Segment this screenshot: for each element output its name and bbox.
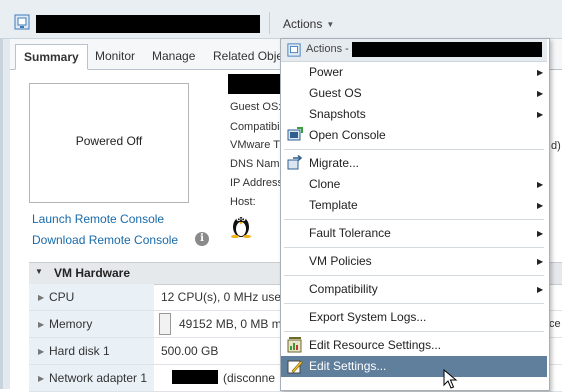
submenu-arrow-icon: ▶ xyxy=(537,229,544,238)
menu-item-clone[interactable]: Clone xyxy=(309,177,340,191)
field-dns-name: DNS Name xyxy=(230,158,286,170)
expand-triangle-icon[interactable]: ▶ xyxy=(38,293,44,302)
actions-label: Actions xyxy=(283,17,323,31)
submenu-arrow-icon: ▶ xyxy=(537,110,544,119)
left-edge-panel xyxy=(3,39,10,389)
hw-label-cell xyxy=(29,284,154,310)
toolbar-divider xyxy=(269,12,270,34)
menu-item-compatibility[interactable]: Compatibility xyxy=(309,282,378,296)
expand-triangle-icon[interactable]: ▶ xyxy=(38,374,44,383)
menu-item-guest-os[interactable]: Guest OS xyxy=(309,86,362,100)
field-host: Host: xyxy=(230,196,256,208)
network-name-redacted xyxy=(172,370,218,384)
memory-usage-bar xyxy=(159,313,171,335)
expand-triangle-icon[interactable]: ▶ xyxy=(38,347,44,356)
vm-icon xyxy=(287,43,301,57)
hw-value-memory: 49152 MB, 0 MB m xyxy=(179,317,282,331)
hw-value-hard-disk: 500.00 GB xyxy=(161,344,219,358)
actions-menu-button[interactable]: Actions ▼ xyxy=(283,17,334,31)
submenu-arrow-icon: ▶ xyxy=(537,180,544,189)
field-guest-os: Guest OS: xyxy=(230,101,282,113)
tab-manage[interactable]: Manage xyxy=(144,44,203,68)
menu-item-open-console[interactable]: Open Console xyxy=(309,128,386,142)
vm-title-redacted xyxy=(228,74,288,94)
hw-label-network-adapter: Network adapter 1 xyxy=(49,371,148,385)
menu-item-power[interactable]: Power xyxy=(309,65,343,79)
menu-separator xyxy=(284,275,544,276)
hw-label-memory: Memory xyxy=(49,317,93,331)
menu-separator xyxy=(284,219,544,220)
field-ip-address: IP Address xyxy=(230,177,283,189)
menu-separator xyxy=(284,331,544,332)
mouse-pointer-icon xyxy=(443,369,458,389)
vm-hardware-title: VM Hardware xyxy=(54,266,131,280)
expand-triangle-icon[interactable]: ▶ xyxy=(38,320,44,329)
field-vmware-tools: VMware T xyxy=(230,139,280,151)
info-icon[interactable]: i xyxy=(195,232,209,246)
hw-value-cpu: 12 CPU(s), 0 MHz use xyxy=(161,290,282,304)
submenu-arrow-icon: ▶ xyxy=(537,201,544,210)
chevron-down-icon: ▼ xyxy=(326,20,335,29)
submenu-arrow-icon: ▶ xyxy=(537,68,544,77)
menu-item-vm-policies[interactable]: VM Policies xyxy=(309,254,372,268)
tab-related-objects[interactable]: Related Obje xyxy=(205,44,291,68)
menu-item-export-system-logs[interactable]: Export System Logs... xyxy=(309,310,426,324)
submenu-arrow-icon: ▶ xyxy=(537,285,544,294)
menu-header-label: Actions - xyxy=(306,43,349,55)
menu-vm-name-redacted xyxy=(352,42,542,57)
collapse-triangle-icon[interactable]: ▼ xyxy=(35,267,43,276)
console-icon xyxy=(287,127,303,141)
tab-summary[interactable]: Summary xyxy=(15,44,88,70)
power-state-label: Powered Off xyxy=(75,134,143,148)
download-remote-console-link[interactable]: Download Remote Console xyxy=(32,233,178,247)
menu-item-template[interactable]: Template xyxy=(309,198,358,212)
launch-remote-console-link[interactable]: Launch Remote Console xyxy=(32,212,164,226)
truncated-text-right: d) xyxy=(551,140,561,152)
menu-item-edit-settings[interactable]: Edit Settings... xyxy=(309,359,386,373)
tab-monitor[interactable]: Monitor xyxy=(87,44,143,68)
submenu-arrow-icon: ▶ xyxy=(537,257,544,266)
vm-name-redacted xyxy=(36,15,260,33)
submenu-arrow-icon: ▶ xyxy=(537,89,544,98)
vm-icon xyxy=(14,14,30,30)
edit-settings-icon xyxy=(287,360,303,374)
menu-separator xyxy=(284,149,544,150)
menu-separator xyxy=(284,247,544,248)
linux-tux-icon xyxy=(231,217,251,238)
menu-separator xyxy=(284,303,544,304)
hw-value-network-adapter: (disconne xyxy=(223,371,276,385)
menu-item-edit-resource-settings[interactable]: Edit Resource Settings... xyxy=(309,338,441,352)
menu-item-snapshots[interactable]: Snapshots xyxy=(309,107,366,121)
menu-item-migrate[interactable]: Migrate... xyxy=(309,156,359,170)
hw-label-hard-disk: Hard disk 1 xyxy=(49,344,110,358)
migrate-icon xyxy=(287,155,303,170)
resource-settings-icon xyxy=(287,337,302,353)
hw-label-cpu: CPU xyxy=(49,290,75,304)
field-compatibility: Compatibili xyxy=(230,121,285,133)
menu-item-fault-tolerance[interactable]: Fault Tolerance xyxy=(309,226,391,240)
